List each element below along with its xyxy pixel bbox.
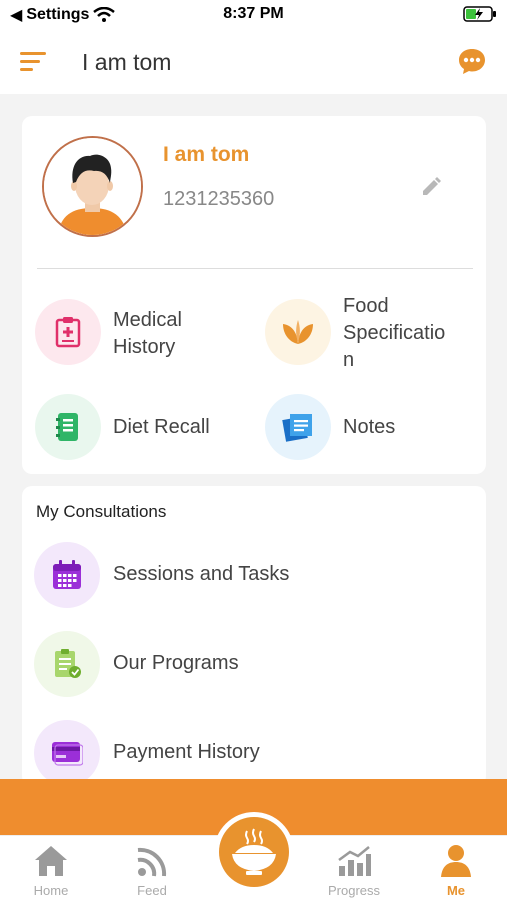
consultations-title: My Consultations [36, 502, 167, 521]
consultations-card: My Consultations Sessions and Tasks Our … [22, 486, 486, 786]
payment-history-label: Payment History [113, 741, 260, 763]
divider [37, 268, 473, 269]
user-profile-icon [441, 845, 471, 877]
nav-home[interactable]: Home [11, 836, 91, 900]
our-programs-item[interactable]: Our Programs [34, 631, 474, 699]
profile-name: I am tom [163, 143, 250, 166]
food-specification-item[interactable]: Food Specificatio n [265, 295, 475, 389]
header-title: I am tom [82, 49, 172, 75]
food-specification-label-2: Specificatio [343, 322, 446, 344]
food-specification-label-1: Food [343, 295, 389, 317]
profile-phone: 1231235360 [163, 188, 275, 210]
payment-card-icon [34, 720, 100, 786]
diet-recall-label: Diet Recall [113, 416, 210, 438]
food-specification-label-3: n [343, 349, 355, 371]
nav-me[interactable]: Me [416, 836, 496, 900]
menu-icon[interactable] [20, 50, 48, 74]
medical-history-item[interactable]: Medical History [35, 299, 245, 369]
progress-chart-icon [338, 846, 371, 876]
payment-history-item[interactable]: Payment History [34, 720, 474, 788]
nav-progress-label: Progress [327, 883, 381, 898]
profile-card: I am tom 1231235360 Medical History Food… [22, 116, 486, 474]
notes-icon [265, 394, 331, 460]
sessions-and-tasks-item[interactable]: Sessions and Tasks [34, 542, 474, 610]
app-header: I am tom [0, 30, 507, 94]
notes-item[interactable]: Notes [265, 394, 475, 464]
avatar[interactable] [42, 136, 143, 237]
notes-label: Notes [343, 416, 396, 438]
nav-home-label: Home [33, 883, 69, 898]
center-food-button[interactable] [214, 812, 294, 892]
calendar-icon [34, 542, 100, 608]
sessions-and-tasks-label: Sessions and Tasks [113, 563, 290, 585]
feed-icon [137, 847, 167, 877]
notebook-icon [35, 394, 101, 460]
our-programs-label: Our Programs [113, 652, 239, 674]
clock: 8:37 PM [223, 5, 284, 22]
nav-progress[interactable]: Progress [314, 836, 394, 900]
leaf-icon [265, 299, 331, 365]
chat-icon[interactable] [457, 46, 487, 76]
clipboard-medical-icon [35, 299, 101, 365]
battery-icon [463, 6, 497, 27]
nav-feed[interactable]: Feed [112, 836, 192, 900]
medical-history-label-2: History [113, 336, 176, 358]
nav-me-label: Me [446, 883, 466, 898]
medical-history-label-1: Medical [113, 309, 182, 331]
edit-pencil-icon[interactable] [420, 176, 442, 198]
food-bowl-icon [232, 828, 276, 875]
diet-recall-item[interactable]: Diet Recall [35, 394, 245, 464]
nav-feed-label: Feed [137, 883, 167, 898]
home-icon [35, 846, 67, 876]
program-checklist-icon [34, 631, 100, 697]
status-bar: ◀ Settings 8:37 PM [0, 0, 507, 30]
